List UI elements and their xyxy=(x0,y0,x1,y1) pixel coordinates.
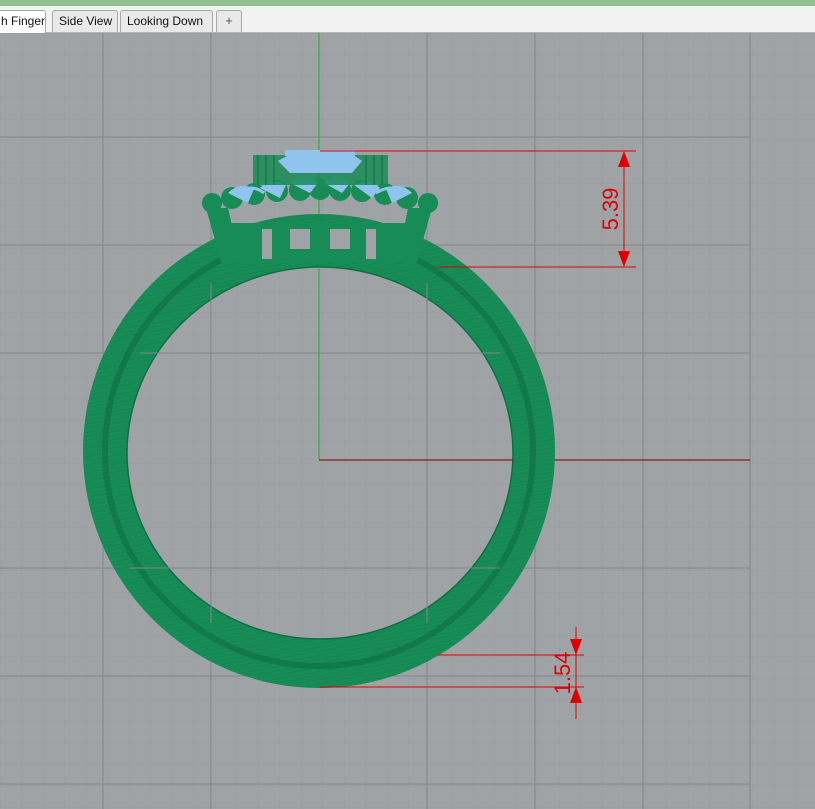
viewport-canvas: 5.39 1.54 xyxy=(0,33,815,809)
tab-finger[interactable]: h Finger xyxy=(0,10,46,33)
dimension-band-label: 1.54 xyxy=(550,652,575,695)
tab-side-view[interactable]: Side View xyxy=(52,10,118,32)
cad-viewport[interactable]: 5.39 1.54 xyxy=(0,33,815,809)
add-tab-button[interactable]: + xyxy=(216,10,242,32)
viewport-tab-bar: h Finger Side View Looking Down + xyxy=(0,6,815,33)
dimension-top-label: 5.39 xyxy=(598,188,623,231)
plus-icon: + xyxy=(225,13,233,28)
tab-looking-down[interactable]: Looking Down xyxy=(120,10,213,32)
